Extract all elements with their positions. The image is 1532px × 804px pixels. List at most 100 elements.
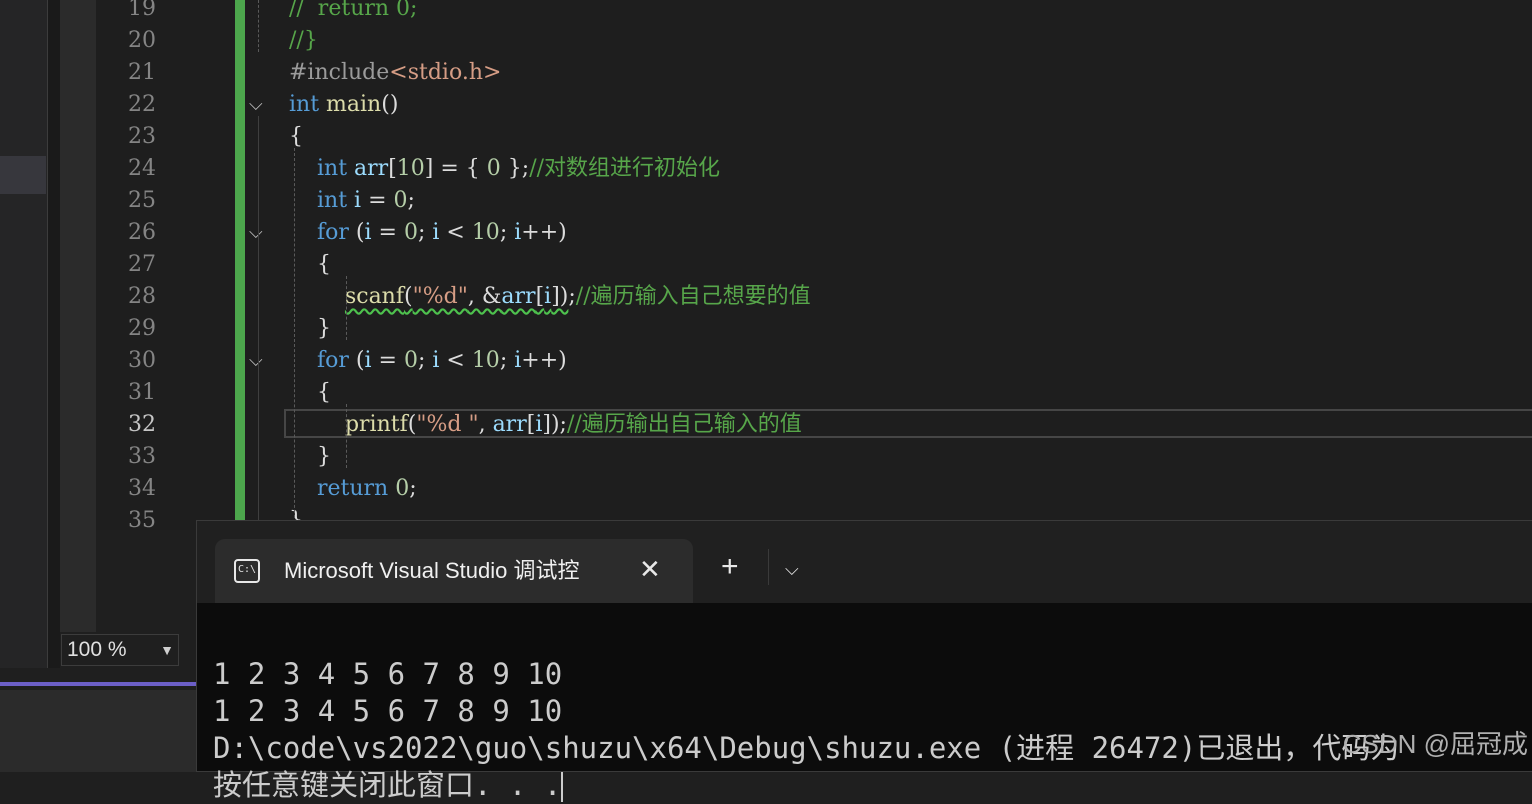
code-token: ; <box>417 220 433 245</box>
code-token: { <box>289 252 331 277</box>
left-panel <box>0 0 48 668</box>
code-token: return <box>316 476 389 501</box>
code-token: ( <box>348 220 365 245</box>
close-icon[interactable]: ✕ <box>639 553 661 585</box>
code-token: { <box>289 380 331 405</box>
code-line[interactable]: { <box>289 121 303 153</box>
editor-margin <box>60 0 96 632</box>
code-token: "%d " <box>416 412 479 437</box>
console-window[interactable]: C:\ Microsoft Visual Studio 调试控 ✕ + ⌵ 1 … <box>196 520 1532 802</box>
code-token: main <box>326 92 382 117</box>
tab-menu-chevron-down-icon[interactable]: ⌵ <box>785 553 799 585</box>
console-icon: C:\ <box>234 559 260 583</box>
line-number: 26 <box>128 220 156 245</box>
code-token: for <box>316 220 349 245</box>
code-line[interactable]: for (i = 0; i < 10; i++) <box>289 345 567 377</box>
code-token: printf <box>344 412 408 437</box>
line-number: 32 <box>128 412 156 437</box>
output-line: 1 2 3 4 5 6 7 8 9 10 <box>213 657 563 691</box>
code-token: [ <box>388 156 397 181</box>
zoom-dropdown[interactable]: 100 % ▼ <box>61 634 179 666</box>
code-token: 0 <box>395 476 410 501</box>
code-token: ; <box>499 348 515 373</box>
code-token: ( <box>348 348 365 373</box>
code-token: , & <box>467 284 502 309</box>
code-token: int <box>316 188 348 213</box>
zoom-value: 100 % <box>67 638 127 661</box>
code-token: ; <box>568 284 576 309</box>
line-number: 27 <box>128 252 156 277</box>
fold-for2-chevron-icon[interactable]: ⌵ <box>249 350 269 370</box>
code-token: ++) <box>521 348 567 373</box>
code-token: for <box>316 348 349 373</box>
code-token: ]) <box>551 284 569 309</box>
code-line[interactable]: printf("%d ", arr[i]);//遍历输出自己输入的值 <box>289 409 802 441</box>
line-number: 35 <box>128 508 156 533</box>
code-token: { <box>289 124 303 149</box>
console-titlebar: C:\ Microsoft Visual Studio 调试控 ✕ + ⌵ <box>197 521 1532 603</box>
fold-main-chevron-icon[interactable]: ⌵ <box>249 94 269 114</box>
code-token: 0 <box>486 156 501 181</box>
code-line[interactable]: // return 0; <box>289 0 417 25</box>
line-number: 33 <box>128 444 156 469</box>
new-tab-plus-icon[interactable]: + <box>721 551 739 583</box>
fold-for1-chevron-icon[interactable]: ⌵ <box>249 222 269 242</box>
code-line[interactable]: #include<stdio.h> <box>289 57 501 89</box>
panel-splitter[interactable] <box>48 0 60 668</box>
bottom-toolbar <box>0 690 196 772</box>
code-token: ++) <box>521 220 567 245</box>
code-token: 10 <box>471 348 500 373</box>
watermark: CSDN @屈冠成 <box>1342 729 1528 759</box>
code-token: }; <box>500 156 530 181</box>
code-token: ; <box>407 188 415 213</box>
code-token: = <box>361 188 394 213</box>
line-number: 22 <box>128 92 156 117</box>
left-panel-selected-item[interactable] <box>0 156 46 194</box>
line-number: 25 <box>128 188 156 213</box>
code-token: //对数组进行初始化 <box>529 156 721 181</box>
code-token: ( <box>404 284 413 309</box>
chevron-down-icon: ▼ <box>160 642 174 658</box>
code-line[interactable]: } <box>289 441 331 473</box>
change-tracking-bar <box>235 0 245 530</box>
code-line[interactable]: int i = 0; <box>289 185 415 217</box>
code-line[interactable]: scanf("%d", &arr[i]);//遍历输入自己想要的值 <box>289 281 811 313</box>
code-line[interactable]: return 0; <box>289 473 417 505</box>
code-token: // return 0; <box>289 0 418 21</box>
code-token: 0 <box>393 188 408 213</box>
code-token: , <box>478 412 493 437</box>
line-number: 30 <box>128 348 156 373</box>
code-token: "%d" <box>412 284 468 309</box>
code-token: int <box>289 92 320 117</box>
code-token: 10 <box>471 220 500 245</box>
code-token: 0 <box>403 220 418 245</box>
code-line[interactable]: } <box>289 313 331 345</box>
code-line[interactable]: //} <box>289 25 318 57</box>
code-token: //遍历输出自己输入的值 <box>566 412 802 437</box>
code-token: ] = { <box>424 156 487 181</box>
code-line[interactable]: int arr[10] = { 0 };//对数组进行初始化 <box>289 153 720 185</box>
code-line[interactable]: int main() <box>289 89 398 121</box>
output-line: 按任意键关闭此窗口. . . <box>213 768 562 802</box>
code-line[interactable]: { <box>289 377 331 409</box>
code-token: arr <box>354 156 389 181</box>
code-token: = <box>371 348 404 373</box>
console-tab[interactable]: C:\ Microsoft Visual Studio 调试控 ✕ <box>215 539 693 603</box>
code-token: < <box>439 220 472 245</box>
code-token: 0 <box>403 348 418 373</box>
code-line[interactable]: { <box>289 249 331 281</box>
code-token: arr <box>492 412 527 437</box>
code-token: } <box>289 316 331 341</box>
code-token: i <box>364 348 372 373</box>
code-token: 10 <box>396 156 425 181</box>
line-number: 19 <box>128 0 156 21</box>
code-line[interactable]: for (i = 0; i < 10; i++) <box>289 217 567 249</box>
code-token: () <box>381 92 399 117</box>
code-token: arr <box>501 284 536 309</box>
output-line: D:\code\vs2022\guo\shuzu\x64\Debug\shuzu… <box>213 731 1400 765</box>
code-token: ; <box>409 476 417 501</box>
status-accent-bar <box>0 682 196 686</box>
